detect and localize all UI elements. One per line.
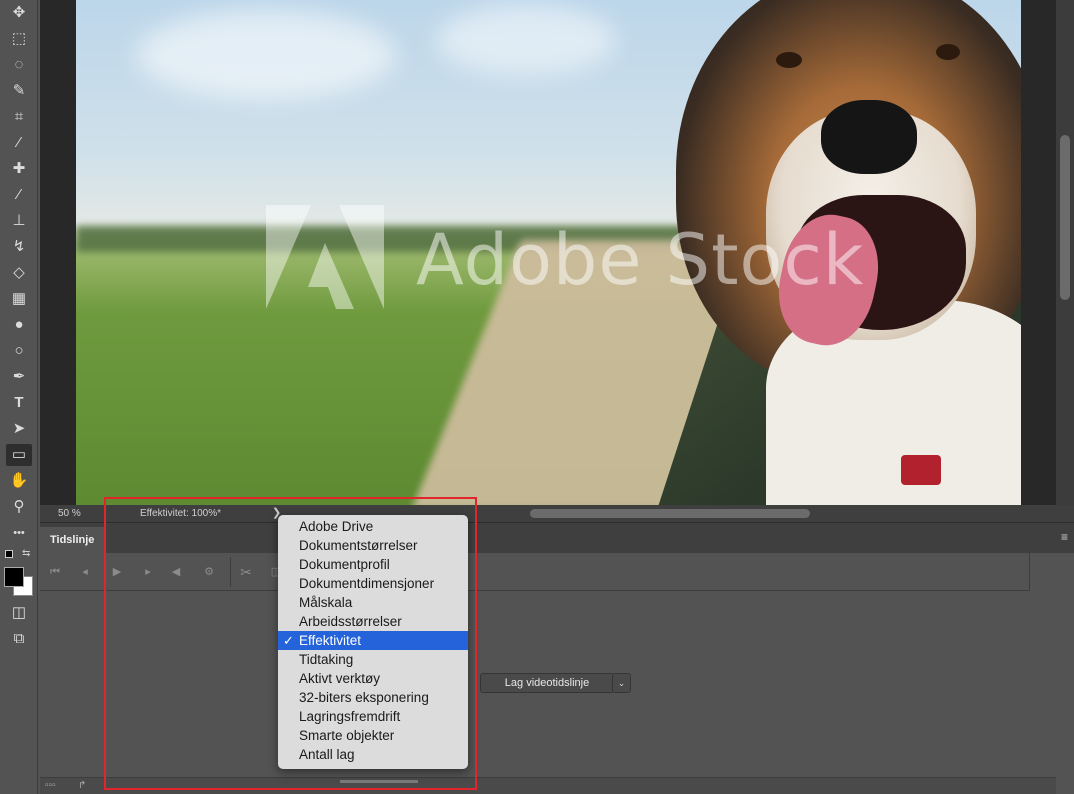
watermark-text: Adobe Stock (416, 219, 865, 301)
menu-item[interactable]: Målskala (278, 593, 468, 612)
default-colors-icon[interactable] (5, 550, 13, 558)
menu-item-label: Smarte objekter (299, 728, 395, 743)
healing-icon[interactable]: ✚ (6, 158, 32, 180)
crop-icon[interactable]: ⌗ (6, 106, 32, 128)
hand-icon[interactable]: ✋ (6, 470, 32, 492)
settings-gear-icon[interactable]: ⚙ (200, 563, 218, 581)
menu-item[interactable]: 32-biters eksponering (278, 688, 468, 707)
quick-select-icon[interactable]: ✎ (6, 80, 32, 102)
menu-item[interactable]: Lagringsfremdrift (278, 707, 468, 726)
menu-item-label: Dokumentprofil (299, 557, 390, 572)
panel-menu-icon[interactable]: ≡ (1061, 530, 1068, 544)
scissors-icon[interactable]: ✂ (237, 563, 255, 581)
menu-item-label: Arbeidsstørrelser (299, 614, 402, 629)
type-icon[interactable]: T (6, 392, 32, 414)
menu-item[interactable]: Dokumentstørrelser (278, 536, 468, 555)
menu-item-label: Lagringsfremdrift (299, 709, 401, 724)
adobe-stock-watermark: Adobe Stock (266, 205, 866, 315)
eraser-icon[interactable]: ◇ (6, 262, 32, 284)
menu-item[interactable]: Arbeidsstørrelser (278, 612, 468, 631)
blur-icon[interactable]: ● (6, 314, 32, 336)
create-video-timeline-button[interactable]: Lag videotidslinje (480, 673, 614, 693)
next-frame-icon[interactable]: ▸ (139, 563, 157, 581)
menu-item[interactable]: Dokumentdimensjoner (278, 574, 468, 593)
vertical-scroll-thumb[interactable] (1060, 135, 1070, 300)
checkmark-icon: ✓ (283, 633, 294, 648)
timeline-panel: Tidslinje ≡ ⏮ ◂ ▶ ▸ ◀ ⚙ ✂ ◫ Lag videotid… (40, 522, 1074, 794)
menu-item-label: Antall lag (299, 747, 355, 762)
menu-item-label: Adobe Drive (299, 519, 374, 534)
audio-icon[interactable]: ◀ (167, 563, 185, 581)
first-frame-icon[interactable]: ⏮ (46, 563, 64, 581)
marquee-icon[interactable]: ⬚ (6, 28, 32, 50)
status-info: Effektivitet: 100%* (140, 508, 221, 519)
photoshop-window: ✥ ⬚ ◌ ✎ ⌗ ⁄ ✚ ⁄ ⊥ ↯ ◇ ▦ ● ○ ✒ T ➤ ▭ ✋ ⚲ … (0, 0, 1074, 794)
convert-icon[interactable]: ↱ (78, 780, 86, 791)
screen-mode-icon[interactable]: ⧉ (6, 628, 32, 650)
timeline-controls: ⏮ ◂ ▶ ▸ ◀ ⚙ ✂ ◫ (40, 553, 1030, 591)
menu-item[interactable]: Adobe Drive (278, 517, 468, 536)
timeline-footer: ▫▫▫ ↱ (40, 777, 1056, 794)
gradient-icon[interactable]: ▦ (6, 288, 32, 310)
menu-item-label: Målskala (299, 595, 353, 610)
horizontal-scroll-thumb[interactable] (530, 509, 810, 518)
swap-colors-icon[interactable]: ⇆ (22, 548, 30, 559)
more-icon[interactable]: ••• (6, 522, 32, 544)
eyedropper-icon[interactable]: ⁄ (6, 132, 32, 154)
zoom-slider[interactable] (340, 780, 418, 783)
brush-icon[interactable]: ⁄ (6, 184, 32, 206)
quick-mask-icon[interactable]: ◫ (6, 602, 32, 624)
menu-item-label: Aktivt verktøy (299, 671, 381, 686)
status-info-menu: Adobe Drive Dokumentstørrelser Dokumentpro… (278, 515, 468, 769)
zoom-level[interactable]: 50 % (58, 505, 81, 522)
menu-item[interactable]: Tidtaking (278, 650, 468, 669)
menu-item[interactable]: Dokumentprofil (278, 555, 468, 574)
dodge-icon[interactable]: ○ (6, 340, 32, 362)
vertical-scrollbar[interactable] (1056, 0, 1074, 505)
chevron-down-icon[interactable]: ⌄ (612, 673, 631, 693)
pen-icon[interactable]: ✒ (6, 366, 32, 388)
zoom-icon[interactable]: ⚲ (6, 496, 32, 518)
move-icon[interactable]: ✥ (6, 2, 32, 24)
stamp-icon[interactable]: ⊥ (6, 210, 32, 232)
adobe-logo-icon (266, 205, 384, 309)
menu-item-label: Effektivitet (299, 633, 362, 648)
path-select-icon[interactable]: ➤ (6, 418, 32, 440)
rectangle-icon[interactable]: ▭ (6, 444, 32, 466)
menu-item[interactable]: Smarte objekter (278, 726, 468, 745)
previous-frame-icon[interactable]: ◂ (76, 563, 94, 581)
document-canvas[interactable]: Adobe Stock (40, 0, 1056, 505)
tab-timeline[interactable]: Tidslinje (40, 527, 105, 553)
menu-item-label: Dokumentstørrelser (299, 538, 418, 553)
menu-item[interactable]: Antall lag (278, 745, 468, 764)
foreground-color-swatch[interactable] (4, 567, 24, 587)
menu-item[interactable]: ✓ Effektivitet (278, 631, 468, 650)
play-icon[interactable]: ▶ (108, 563, 126, 581)
timeline-tabbar: Tidslinje ≡ (40, 523, 1074, 553)
stock-photo-dog: Adobe Stock (76, 0, 1021, 505)
history-brush-icon[interactable]: ↯ (6, 236, 32, 258)
menu-item-label: Dokumentdimensjoner (299, 576, 435, 591)
tools-panel: ✥ ⬚ ◌ ✎ ⌗ ⁄ ✚ ⁄ ⊥ ↯ ◇ ▦ ● ○ ✒ T ➤ ▭ ✋ ⚲ … (0, 0, 38, 794)
lasso-icon[interactable]: ◌ (6, 54, 32, 76)
status-bar: 50 % Effektivitet: 100%* ❯ (40, 505, 1074, 522)
menu-item[interactable]: Aktivt verktøy (278, 669, 468, 688)
menu-item-label: 32-biters eksponering (299, 690, 429, 705)
menu-item-label: Tidtaking (299, 652, 354, 667)
frames-icon[interactable]: ▫▫▫ (45, 780, 56, 791)
